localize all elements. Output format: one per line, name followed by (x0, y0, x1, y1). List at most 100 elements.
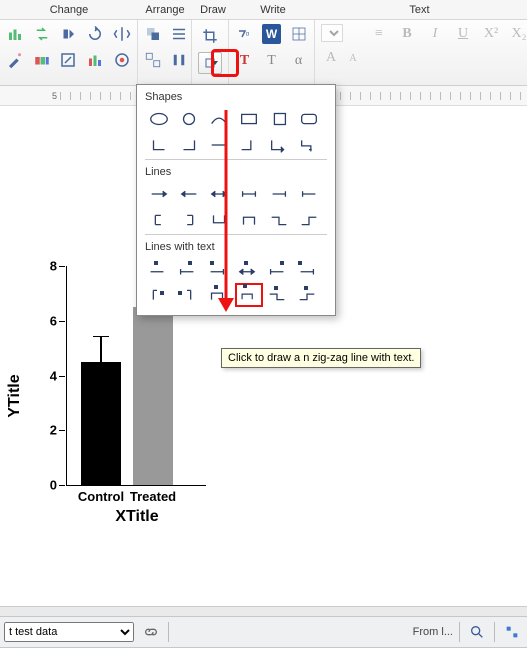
shape-rect[interactable] (235, 107, 263, 131)
ribbon-tab-text: Text (312, 4, 527, 16)
line-arrow-r[interactable] (145, 182, 173, 206)
font-size-select[interactable] (321, 24, 343, 42)
line-step-up[interactable] (295, 208, 323, 232)
shape-corner-bl[interactable] (145, 133, 173, 157)
x-axis-label[interactable]: XTitle (66, 508, 208, 526)
line-bracket-close[interactable] (175, 208, 203, 232)
underline-button[interactable]: U (453, 24, 473, 44)
shape-circle[interactable] (175, 107, 203, 131)
shape-ellipse[interactable] (145, 107, 173, 131)
lines-section-title: Lines (145, 164, 327, 182)
group-icon[interactable] (144, 50, 162, 70)
lines-text-section-title: Lines with text (145, 239, 327, 257)
bullseye-icon[interactable] (112, 50, 131, 70)
send-front-icon[interactable] (144, 24, 162, 44)
y-axis-label[interactable]: YTitle (6, 374, 24, 417)
ltxt-12[interactable] (295, 283, 323, 307)
shape-zigzag-arrow[interactable] (295, 133, 323, 157)
status-gap (0, 606, 527, 616)
chart-type-icon[interactable] (6, 24, 25, 44)
ltxt-6[interactable] (295, 257, 323, 281)
swap-xy-icon[interactable] (33, 24, 52, 44)
line-step-down[interactable] (265, 208, 293, 232)
shape-elbow[interactable] (235, 133, 263, 157)
shape-arc[interactable] (205, 107, 233, 131)
shapes-section-title: Shapes (145, 89, 327, 107)
lines-grid (145, 182, 327, 232)
line-u-down[interactable] (205, 208, 233, 232)
font-grow-icon[interactable]: A (321, 48, 341, 68)
ytick-0: 0 (37, 478, 57, 493)
shapes-grid (145, 107, 327, 157)
draw-shapes-dropdown[interactable]: Shapes Lines Lines with text (136, 84, 336, 316)
font-shrink-icon[interactable]: A (343, 48, 363, 68)
ribbon-tab-arrange: Arrange (138, 4, 192, 16)
xtick-control: Control (78, 485, 124, 504)
search-icon[interactable] (466, 621, 488, 643)
line-arrow-l[interactable] (175, 182, 203, 206)
line-bracket-open[interactable] (145, 208, 173, 232)
flip-h-icon[interactable] (112, 24, 131, 44)
ribbon-tab-change: Change (0, 4, 138, 16)
bar-treated[interactable] (133, 307, 173, 485)
link-icon[interactable] (140, 621, 162, 643)
dataset-select[interactable]: t test data (4, 622, 134, 642)
draw-crop-icon[interactable] (198, 26, 222, 46)
tooltip: Click to draw a n zig-zag line with text… (221, 348, 421, 368)
color-scheme-icon[interactable] (33, 50, 52, 70)
equation-icon[interactable]: α (235, 24, 254, 44)
ytick-8: 8 (37, 259, 57, 274)
ltxt-11[interactable] (265, 283, 293, 307)
resize-plot-icon[interactable] (59, 50, 78, 70)
ribbon-tab-draw: Draw (192, 4, 234, 16)
line-arrow-both[interactable] (205, 182, 233, 206)
italic-button[interactable]: I (425, 24, 445, 44)
draw-line-dropdown-button[interactable] (198, 52, 222, 74)
line-cap-both[interactable] (235, 182, 263, 206)
shape-roundrect[interactable] (295, 107, 323, 131)
shape-elbow-arrow[interactable] (265, 133, 293, 157)
ltxt-3[interactable] (205, 257, 233, 281)
distribute-icon[interactable] (170, 50, 188, 70)
greek-button[interactable]: α (289, 50, 308, 72)
ltxt-zigzag-n[interactable] (235, 283, 263, 307)
bar-control[interactable] (81, 362, 121, 485)
ltxt-1[interactable] (145, 257, 173, 281)
magic-wand-icon[interactable] (6, 50, 25, 70)
bold-button[interactable]: B (397, 24, 417, 44)
ltxt-7[interactable] (145, 283, 173, 307)
ltxt-4[interactable] (235, 257, 263, 281)
subscript-button[interactable]: X₂ (509, 24, 527, 44)
text-tool-alt-button[interactable]: T (262, 50, 281, 72)
ribbon-group-text: A A ≡ B I U X² X₂ (315, 20, 527, 85)
table-icon[interactable] (289, 24, 308, 44)
from-label: From l... (413, 626, 453, 638)
ltxt-9[interactable] (205, 283, 233, 307)
shape-line[interactable] (205, 133, 233, 157)
ltxt-5[interactable] (265, 257, 293, 281)
word-export-icon[interactable]: W (262, 24, 281, 44)
line-u-up[interactable] (235, 208, 263, 232)
err-control-line (100, 337, 102, 362)
rotate-icon[interactable] (86, 24, 105, 44)
ribbon-tab-write: Write (234, 4, 312, 16)
align-text-icon[interactable]: ≡ (369, 24, 389, 44)
text-tool-button[interactable]: T (235, 50, 254, 72)
chart-colorize-icon[interactable] (86, 50, 105, 70)
svg-text:α: α (245, 32, 249, 38)
reverse-icon[interactable] (59, 24, 78, 44)
shape-square[interactable] (265, 107, 293, 131)
line-cap-l[interactable] (295, 182, 323, 206)
ltxt-8[interactable] (175, 283, 203, 307)
ytick-2: 2 (37, 423, 57, 438)
ribbon-group-change (0, 20, 138, 85)
ruler-mark-5: 5 (0, 91, 60, 101)
ltxt-2[interactable] (175, 257, 203, 281)
superscript-button[interactable]: X² (481, 24, 501, 44)
filter-icon[interactable] (501, 621, 523, 643)
line-cap-r[interactable] (265, 182, 293, 206)
align-objects-icon[interactable] (170, 24, 188, 44)
ytick-6: 6 (37, 313, 57, 328)
shape-corner-br[interactable] (175, 133, 203, 157)
xtick-treated: Treated (130, 485, 176, 504)
